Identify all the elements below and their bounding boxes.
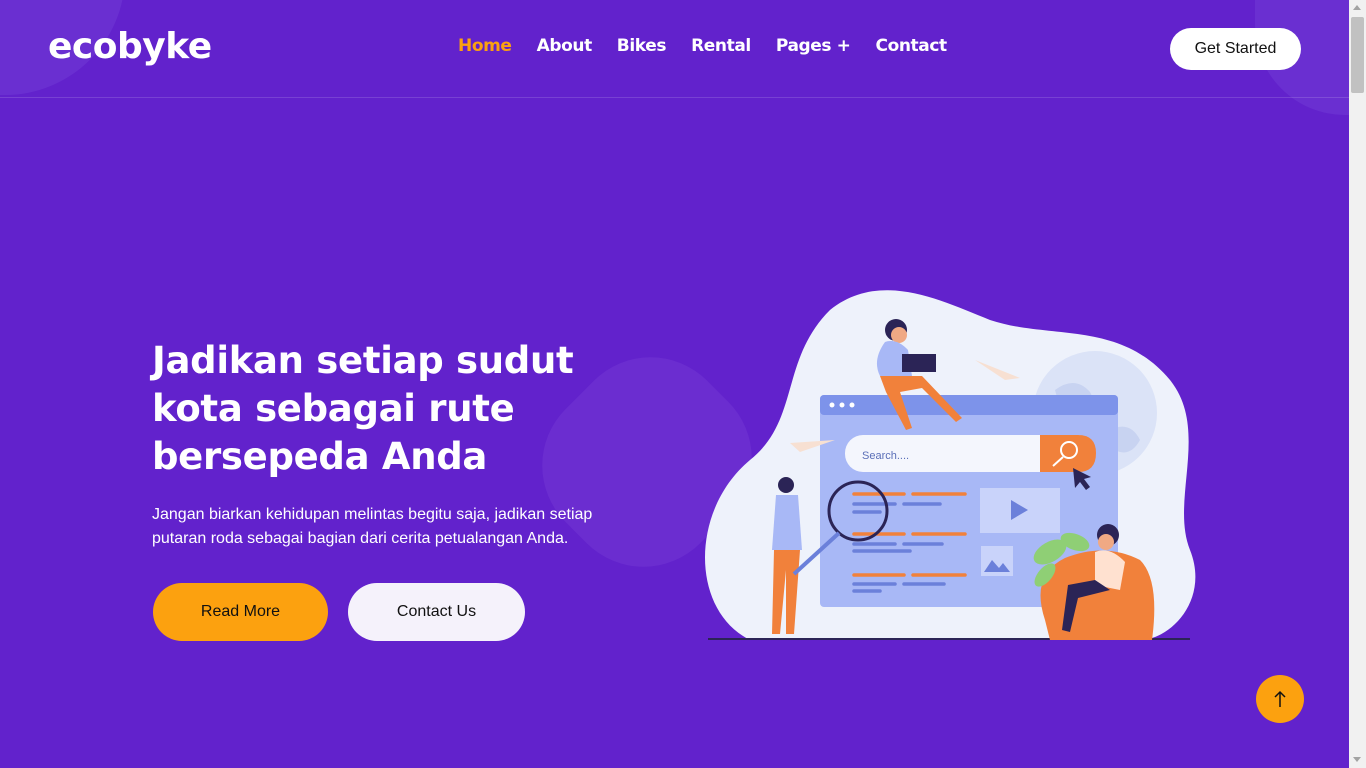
main-nav: Home About Bikes Rental Pages + Contact — [458, 36, 947, 56]
search-button-shape — [1040, 435, 1096, 472]
scrollbar-thumb[interactable] — [1351, 17, 1364, 93]
window-dot — [829, 402, 835, 408]
nav-item-home[interactable]: Home — [458, 36, 512, 56]
page: ecobyke Home About Bikes Rental Pages + … — [0, 0, 1349, 768]
arrow-up-icon — [1274, 690, 1286, 707]
browser-titlebar — [820, 395, 1118, 415]
window-dot — [849, 402, 855, 408]
scroll-to-top-button[interactable] — [1256, 675, 1304, 723]
scroll-down-arrow-icon[interactable] — [1353, 757, 1361, 762]
nav-item-contact[interactable]: Contact — [876, 36, 948, 56]
hero-title: Jadikan setiap sudut kota sebagai rute b… — [152, 339, 574, 478]
site-header: ecobyke Home About Bikes Rental Pages + … — [0, 0, 1349, 98]
read-more-button[interactable]: Read More — [153, 583, 328, 641]
scroll-up-arrow-icon[interactable] — [1353, 5, 1361, 10]
get-started-button[interactable]: Get Started — [1170, 28, 1301, 70]
hero-description: Jangan biarkan kehidupan melintas begitu… — [152, 506, 593, 547]
hero-illustration: Search.... — [705, 290, 1196, 640]
site-logo[interactable]: ecobyke — [48, 26, 212, 67]
page-scrollbar[interactable] — [1349, 0, 1366, 768]
nav-item-pages[interactable]: Pages + — [776, 36, 851, 56]
contact-us-button[interactable]: Contact Us — [348, 583, 525, 641]
nav-item-bikes[interactable]: Bikes — [617, 36, 667, 56]
nav-item-about[interactable]: About — [537, 36, 593, 56]
window-dot — [839, 402, 845, 408]
nav-item-rental[interactable]: Rental — [691, 36, 751, 56]
illustration-search-placeholder: Search.... — [862, 450, 909, 462]
